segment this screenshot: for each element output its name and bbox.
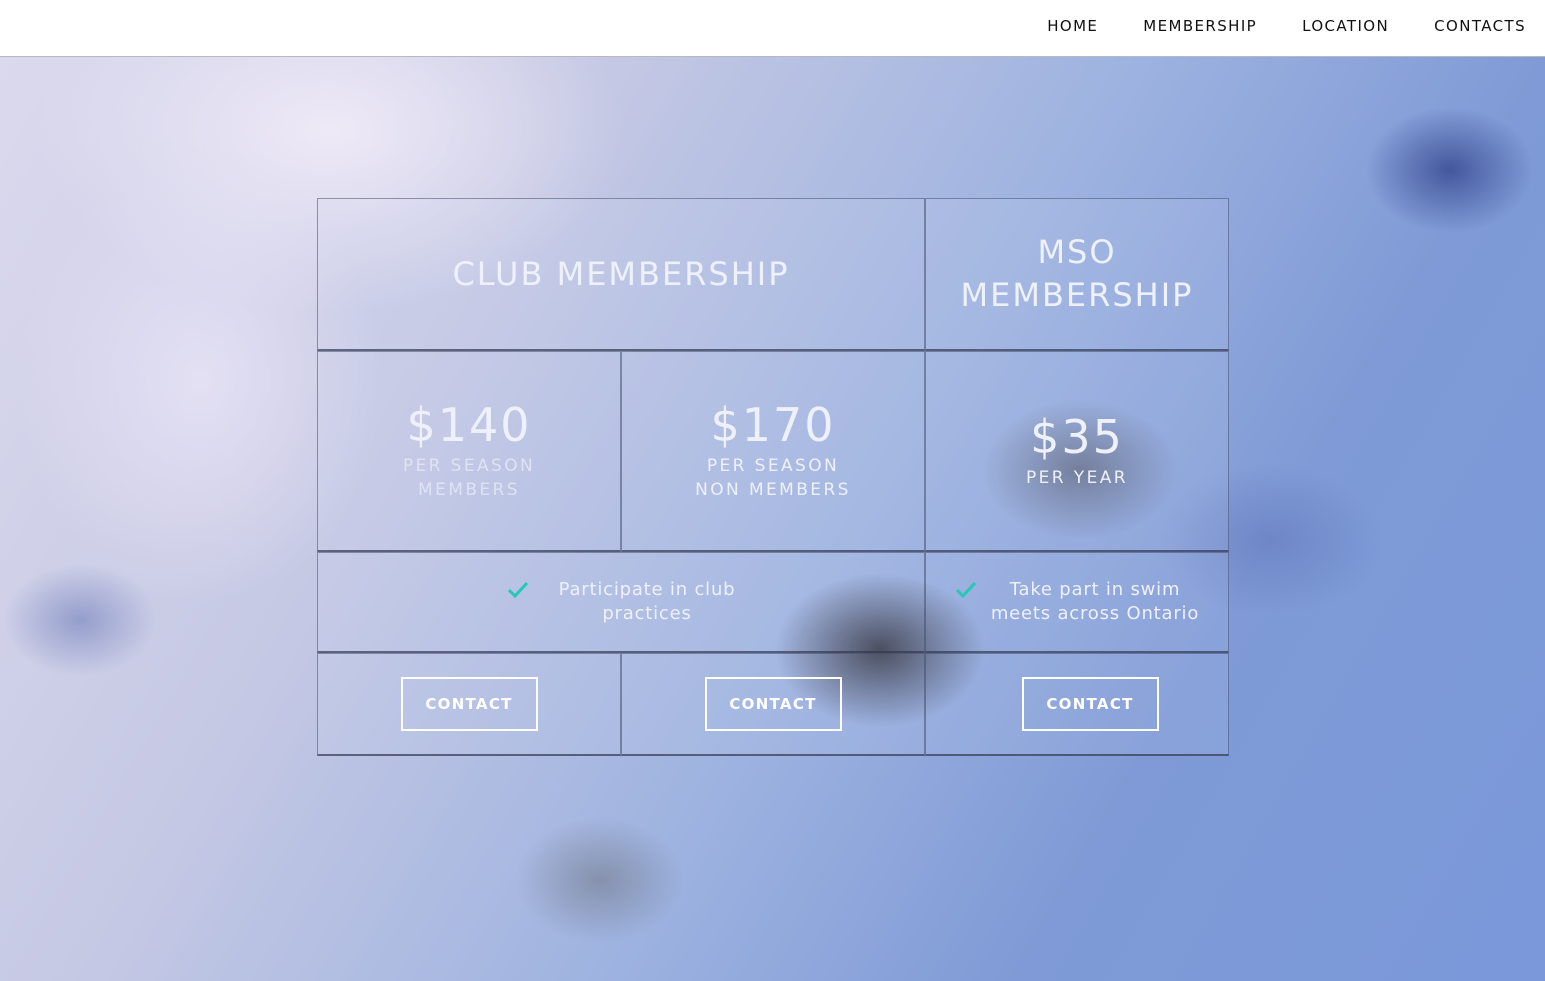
check-icon: [955, 581, 976, 599]
main-nav: HOME MEMBERSHIP LOCATION CONTACTS: [1002, 17, 1526, 35]
check-icon: [507, 581, 528, 599]
club-membership-title: CLUB MEMBERSHIP: [452, 254, 790, 293]
feature-club-text: Participate in club practices: [559, 578, 736, 626]
feature-mso-line2: meets across Ontario: [990, 603, 1200, 624]
contact-button-members[interactable]: CONTACT: [400, 677, 538, 731]
button-cell-mso: CONTACT: [925, 653, 1229, 756]
mso-title-line1: MSO: [1037, 233, 1117, 271]
button-cell-members: CONTACT: [317, 653, 621, 756]
nav-home[interactable]: HOME: [1047, 17, 1098, 35]
top-navbar: HOME MEMBERSHIP LOCATION CONTACTS: [0, 0, 1545, 57]
mso-membership-title: MSO MEMBERSHIP: [961, 231, 1194, 317]
nav-membership[interactable]: MEMBERSHIP: [1143, 17, 1257, 35]
mso-title-line2: MEMBERSHIP: [960, 276, 1194, 314]
feature-cell-club: Participate in club practices: [317, 552, 925, 653]
price-cell-non-members: $170 PER SEASON NON MEMBERS: [621, 351, 925, 552]
price-non-members-sub-line1: PER SEASON: [706, 456, 840, 476]
contact-button-mso[interactable]: CONTACT: [1021, 677, 1159, 731]
nav-contacts[interactable]: CONTACTS: [1434, 17, 1526, 35]
contact-button-non-members[interactable]: CONTACT: [704, 677, 842, 731]
feature-club-line2: practices: [602, 603, 692, 624]
price-non-members-period: PER SEASON NON MEMBERS: [695, 454, 851, 502]
price-members-sub-line1: PER SEASON: [402, 456, 536, 476]
nav-location[interactable]: LOCATION: [1302, 17, 1389, 35]
feature-club: Participate in club practices: [507, 578, 736, 626]
price-cell-members: $140 PER SEASON MEMBERS: [317, 351, 621, 552]
price-cell-mso: $35 PER YEAR: [925, 351, 1229, 552]
price-members-period: PER SEASON MEMBERS: [403, 454, 535, 502]
feature-mso: Take part in swim meets across Ontario: [955, 578, 1199, 626]
feature-club-line1: Participate in club: [558, 579, 736, 600]
price-members: $140: [406, 398, 532, 452]
price-non-members: $170: [710, 398, 836, 452]
feature-mso-text: Take part in swim meets across Ontario: [991, 578, 1199, 626]
price-members-sub-line2: MEMBERS: [418, 480, 520, 500]
club-membership-header: CLUB MEMBERSHIP: [317, 198, 925, 351]
mso-membership-header: MSO MEMBERSHIP: [925, 198, 1229, 351]
button-cell-non-members: CONTACT: [621, 653, 925, 756]
feature-cell-mso: Take part in swim meets across Ontario: [925, 552, 1229, 653]
price-mso-period: PER YEAR: [1026, 468, 1128, 488]
price-non-members-sub-line2: NON MEMBERS: [695, 480, 851, 500]
feature-mso-line1: Take part in swim: [1009, 579, 1181, 600]
price-mso: $35: [1030, 410, 1124, 464]
pricing-table: CLUB MEMBERSHIP MSO MEMBERSHIP $140 PER …: [317, 198, 1229, 756]
